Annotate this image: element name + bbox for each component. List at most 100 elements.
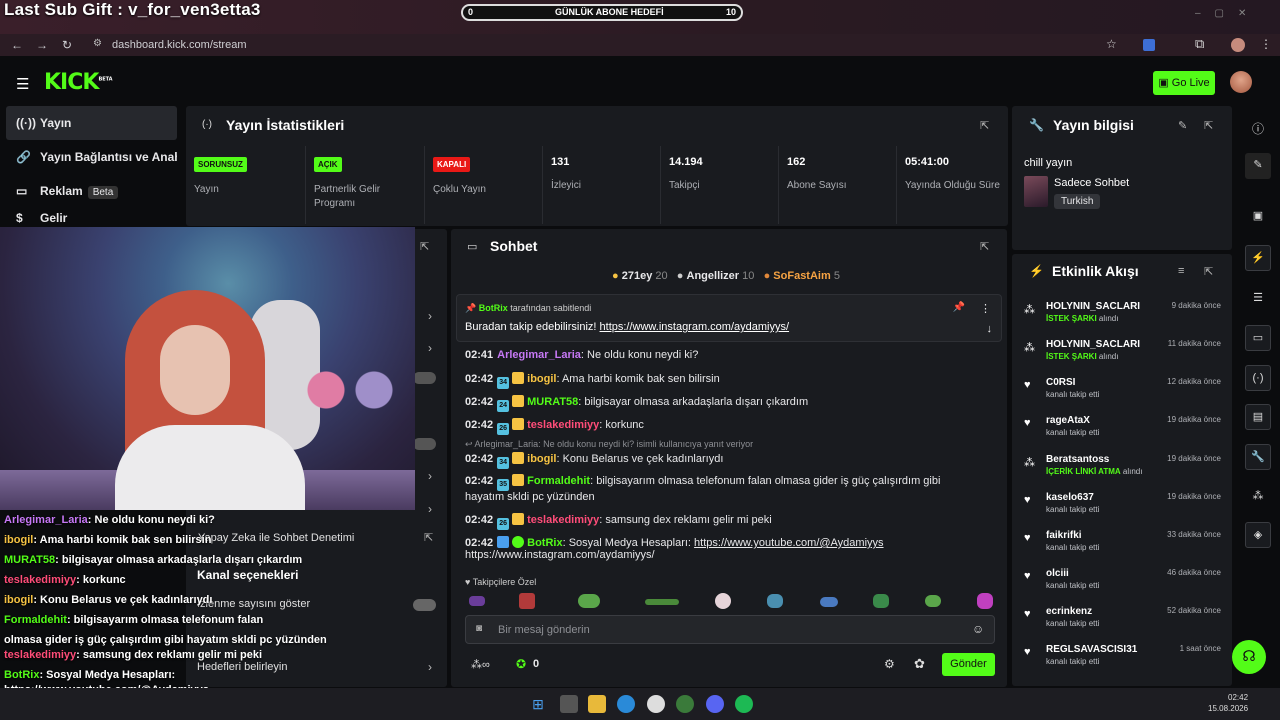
list-icon[interactable]: ☰ [1245,286,1271,312]
activity-user[interactable]: REGLSAVASCISI31 [1046,644,1137,655]
edge-icon[interactable] [617,695,635,713]
points-icon[interactable]: ⁂∞ [471,658,490,671]
hamburger-menu-icon[interactable]: ☰ [16,75,29,93]
message-user[interactable]: ibogil [527,453,556,465]
message-user[interactable]: ibogil [527,373,556,385]
go-live-button[interactable]: ▣ Go Live [1153,71,1215,95]
gift-icon[interactable]: ◈ [1245,522,1271,548]
address-bar[interactable]: dashboard.kick.com/stream [86,34,1126,56]
message-text-cont[interactable]: https://www.instagram.com/aydamiyys/ [465,549,655,561]
task-view-icon[interactable] [560,695,578,713]
emote[interactable] [873,594,889,608]
translate-extension-icon[interactable] [1143,39,1155,51]
emote[interactable] [519,593,535,609]
emote[interactable] [977,593,993,609]
overlay-chat-text-cont: olmasa gider iş güç çalışırdım gibi haya… [4,634,327,646]
category-name[interactable]: Sadece Sohbet [1054,177,1129,189]
unpin-icon[interactable]: 📌 [953,302,965,313]
more-options-icon[interactable]: ⋮ [980,302,991,315]
spotify-icon[interactable] [735,695,753,713]
chat-message-input[interactable]: Bir mesaj gönderin [465,615,995,644]
message-user[interactable]: BotRix [527,537,562,549]
bookmark-star-icon[interactable]: ☆ [1106,37,1117,51]
emote[interactable] [645,599,679,605]
obs-icon[interactable] [647,695,665,713]
extensions-icon[interactable]: ⧉ [1195,36,1204,52]
emote[interactable] [469,596,485,606]
activity-user[interactable]: Beratsantoss [1046,454,1109,465]
emoji-icon[interactable]: ☺ [972,622,984,636]
activity-user[interactable]: olciii [1046,568,1069,579]
window-controls[interactable]: –▢✕ [1195,8,1260,19]
emote[interactable] [767,594,783,608]
activity-user[interactable]: HOLYNIN_SACLARI [1046,339,1140,350]
message-link[interactable]: https://www.youtube.com/@Aydamiyys [694,537,883,549]
profile-icon[interactable] [1231,38,1245,52]
discord-icon[interactable] [706,695,724,713]
activity-user[interactable]: faikrifki [1046,530,1082,541]
filter-icon[interactable]: ≡ [1178,265,1184,277]
reload-icon[interactable]: ↻ [62,38,72,52]
gear-icon[interactable]: ⚙ [884,657,895,671]
popout-icon[interactable]: ⇱ [420,240,429,253]
gift-icon[interactable]: ✿ [914,656,925,672]
broadcast-icon[interactable]: (·) [1245,365,1271,391]
popout-icon[interactable]: ⇱ [1204,119,1213,132]
windows-start-icon[interactable]: ⊞ [529,695,547,713]
activity-user[interactable]: HOLYNIN_SACLARI [1046,301,1140,312]
crown-badge [512,513,525,525]
chat-icon[interactable]: ▭ [1245,325,1271,351]
points-icon[interactable]: ⁂ [1245,484,1271,510]
activity-user[interactable]: kaselo637 [1046,492,1094,503]
reply-hint-text: Arlegimar_Laria: Ne oldu konu neydi ki? … [474,439,754,449]
toggle-switch[interactable] [413,438,436,450]
activity-user[interactable]: rageAtaX [1046,415,1090,426]
emote[interactable] [820,597,838,607]
kick-logo[interactable]: KICKBETA [44,70,113,95]
emote[interactable] [715,593,731,609]
browser-menu-icon[interactable]: ⋮ [1260,37,1272,51]
message-user[interactable]: teslakedimiyy [527,514,599,526]
edit-icon[interactable]: ✎ [1178,119,1187,132]
chevron-right-icon[interactable]: › [428,469,432,483]
activity-user[interactable]: ecrinkenz [1046,606,1092,617]
site-info-icon[interactable]: ⚙ [93,38,102,49]
message-user[interactable]: Formaldehit [527,475,590,487]
expand-down-icon[interactable]: ↓ [987,323,993,335]
activity-user[interactable]: C0RSI [1046,377,1075,388]
toggle-switch[interactable] [413,372,436,384]
stats-icon[interactable]: ▤ [1245,404,1271,430]
popout-icon[interactable]: ⇱ [980,240,989,253]
wrench-icon[interactable]: 🔧 [1245,444,1271,470]
sidebar-item-stream[interactable]: ((·)) Yayın [6,106,177,140]
chevron-right-icon[interactable]: › [428,309,432,323]
language-tag[interactable]: Turkish [1054,194,1101,209]
edit-layout-icon[interactable]: ✎ [1245,153,1271,179]
video-icon[interactable]: ▣ [1245,204,1271,230]
back-icon[interactable]: ← [11,38,23,52]
message-user[interactable]: Arlegimar_Laria [497,349,581,361]
chrome-icon[interactable] [676,695,694,713]
message-user[interactable]: teslakedimiyy [527,419,599,431]
send-button[interactable]: Gönder [942,653,995,676]
sidebar-item-ads[interactable]: ▭ Reklam Beta [6,174,177,208]
popout-icon[interactable]: ⇱ [1204,265,1213,278]
activity-action-text: kanalı takip etti [1046,428,1100,437]
emote[interactable] [578,594,600,608]
user-avatar[interactable] [1230,71,1252,93]
sidebar-item-stream-key[interactable]: 🔗 Yayın Bağlantısı ve Anahtar [6,140,177,174]
forward-icon[interactable]: → [36,38,48,52]
activity-item: ⁂ HOLYNIN_SACLARI İSTEK ŞARKI alındı 11 dak… [1024,339,1229,375]
chevron-right-icon[interactable]: › [428,341,432,355]
emote[interactable] [925,595,941,607]
lightning-icon[interactable]: ⚡ [1245,245,1271,271]
message-user[interactable]: MURAT58 [527,396,578,408]
file-explorer-icon[interactable] [588,695,606,713]
popout-icon[interactable]: ⇱ [980,119,989,132]
info-icon[interactable]: ⓘ [1252,120,1264,137]
sidebar-item-revenue[interactable]: $ Gelir [6,208,177,228]
chat-settings-icon[interactable]: ◙ [476,623,482,634]
support-icon[interactable]: ☊ [1232,640,1266,674]
pinned-link[interactable]: https://www.instagram.com/aydamiyys/ [600,321,790,333]
activity-action-text: kanalı takip etti [1046,581,1100,590]
